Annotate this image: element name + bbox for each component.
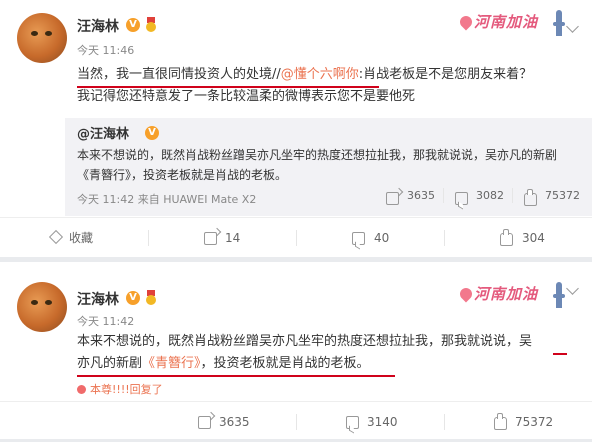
- comment-button[interactable]: 3140: [367, 402, 398, 442]
- weibo-post-card-1: 汪海林 V 今天 11:46 河南加油 当然，我一直很同情投资人的处境//@懂个…: [0, 0, 592, 257]
- username[interactable]: 汪海林: [77, 16, 119, 36]
- medal-icon: [144, 290, 158, 306]
- action-bar: 3635 3140 75372: [0, 401, 592, 441]
- divider: [296, 230, 297, 246]
- verified-badge-icon: V: [145, 126, 159, 140]
- forward-icon[interactable]: [198, 416, 211, 429]
- divider: [512, 188, 513, 203]
- post-text-part: :肖战老板是不是您朋友来着？: [358, 67, 533, 82]
- red-underline-annotation: [553, 353, 567, 355]
- forward-button[interactable]: 14: [225, 218, 240, 258]
- post-time[interactable]: 今天 11:46: [77, 42, 134, 58]
- comment-icon[interactable]: [346, 416, 359, 429]
- action-bar: 收藏 14 40 304: [0, 217, 592, 257]
- tag-label: 河南加油: [474, 285, 539, 303]
- tag-label: 河南加油: [474, 13, 539, 31]
- repost-meta[interactable]: 今天 11:42 来自 HUAWEI Mate X2: [77, 191, 256, 207]
- tower-icon: [553, 10, 565, 36]
- reply-note: 本尊!!!!回复了: [77, 381, 163, 397]
- post-text-part: 当然，我一直很同情投资人的处境//: [77, 67, 281, 82]
- medal-icon: [144, 17, 158, 33]
- post-text-part: 亦凡的新剧: [77, 356, 143, 371]
- heart-icon: [457, 13, 475, 31]
- reply-note-text: 本尊!!!!回复了: [90, 383, 163, 396]
- verified-badge-icon: V: [126, 18, 140, 32]
- repost-like-count[interactable]: 75372: [545, 189, 580, 202]
- forward-button[interactable]: 3635: [219, 402, 250, 442]
- weibo-post-card-2: 汪海林 V 今天 11:42 河南加油 本来不想说的，既然肖战粉丝蹭吴亦凡坐牢的…: [0, 262, 592, 439]
- divider: [443, 188, 444, 203]
- forward-icon[interactable]: [204, 232, 217, 245]
- post-text-line-2: 我记得您还特意发了一条比较温柔的微博表示您不是要他死: [77, 89, 416, 104]
- emoji-icon: [77, 385, 86, 394]
- henan-support-tag: 河南加油: [457, 8, 570, 38]
- username[interactable]: 汪海林: [77, 289, 119, 309]
- repost-text-line-2: 《青簪行》，投资老板就是肖战的老板。: [77, 168, 288, 182]
- repost-comment-count[interactable]: 3082: [476, 189, 504, 202]
- divider: [444, 230, 445, 246]
- forward-icon[interactable]: [386, 192, 399, 205]
- post-time[interactable]: 今天 11:42: [77, 313, 134, 329]
- avatar[interactable]: [17, 13, 67, 63]
- comment-icon[interactable]: [455, 192, 468, 205]
- like-icon[interactable]: [494, 413, 507, 430]
- repost-author[interactable]: @汪海林: [77, 123, 129, 142]
- repost-forward-count[interactable]: 3635: [407, 189, 435, 202]
- avatar[interactable]: [17, 282, 67, 332]
- like-button[interactable]: 304: [522, 218, 545, 258]
- post-text-line-1: 本来不想说的，既然肖战粉丝蹭吴亦凡坐牢的热度还想拉扯我，那我就说说，吴: [77, 334, 533, 349]
- verified-badge-icon: V: [126, 291, 140, 305]
- divider: [148, 230, 149, 246]
- reposted-content-box[interactable]: @汪海林 V 本来不想说的，既然肖战粉丝蹭吴亦凡坐牢的热度还想拉扯我，那我就说说…: [65, 118, 592, 216]
- post-text-line-2: 亦凡的新剧《青簪行》，投资老板就是肖战的老板。: [77, 353, 370, 375]
- post-text-line-1: 当然，我一直很同情投资人的处境//@懂个六啊你:肖战老板是不是您朋友来着？: [77, 64, 532, 86]
- mention-link[interactable]: @懂个六啊你: [281, 67, 359, 82]
- favorite-icon[interactable]: [48, 229, 64, 245]
- like-button[interactable]: 75372: [515, 402, 553, 442]
- red-underline-annotation: [77, 375, 395, 377]
- drama-link[interactable]: 《青簪行》: [142, 356, 201, 371]
- comment-icon[interactable]: [352, 232, 365, 245]
- heart-icon: [457, 285, 475, 303]
- henan-support-tag: 河南加油: [457, 280, 570, 310]
- divider: [296, 414, 297, 430]
- post-text-part: ，投资老板就是肖战的老板。: [200, 356, 370, 371]
- like-icon[interactable]: [500, 229, 513, 246]
- tower-icon: [553, 282, 565, 308]
- like-icon[interactable]: [524, 189, 537, 206]
- comment-button[interactable]: 40: [374, 218, 389, 258]
- repost-text-line-1: 本来不想说的，既然肖战粉丝蹭吴亦凡坐牢的热度还想拉扯我，那我就说说，吴亦凡的新剧: [77, 148, 558, 162]
- divider: [444, 414, 445, 430]
- favorite-button[interactable]: 收藏: [69, 218, 93, 258]
